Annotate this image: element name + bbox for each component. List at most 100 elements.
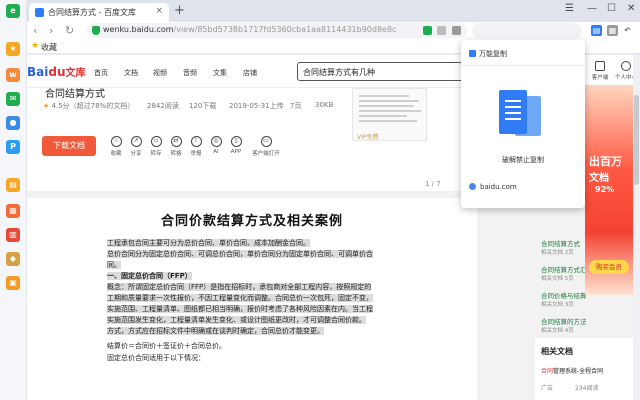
convert-icon: ⇄ — [170, 136, 182, 147]
bookmark-star-icon[interactable]: ★ — [31, 41, 39, 51]
browser-search-box[interactable] — [472, 23, 582, 38]
convert-action[interactable]: ⇄ 转格 — [165, 136, 187, 157]
ai-label: AI — [213, 149, 219, 155]
related-link-meta: 相关文档 4页 — [541, 328, 574, 334]
undo-icon[interactable]: ↶ — [622, 25, 633, 36]
client-open-action[interactable]: ▭ 客户端打开 — [251, 136, 281, 157]
client-icon — [595, 61, 605, 71]
doc-title: 合同结算方式 — [45, 89, 105, 100]
url-text[interactable]: wenku.baidu.com/view/85bd5738b1717fd5360… — [103, 25, 396, 34]
share-action[interactable]: ↗ 分享 — [125, 136, 147, 157]
promo-line2: 文档 — [589, 173, 609, 184]
nav-shops[interactable]: 店铺 — [243, 68, 257, 78]
tab-close-icon[interactable]: × — [155, 6, 163, 16]
save-action[interactable]: ▫ 转存 — [145, 136, 167, 157]
tab-active[interactable]: 合同结算方式 - 百度文库 × — [29, 3, 169, 22]
scrollbar-thumb[interactable] — [634, 95, 639, 185]
favorite-label: 收藏 — [110, 151, 122, 157]
bookmark-page-icon[interactable] — [452, 26, 461, 35]
ai-action[interactable]: ◎ AI — [205, 136, 227, 155]
forward-icon[interactable]: › — [49, 24, 53, 37]
tools-icon[interactable]: ▦ — [6, 204, 20, 218]
weibo-icon[interactable]: w — [6, 68, 20, 82]
related-link[interactable]: 合同结算的方法 — [541, 316, 587, 326]
minimize-icon[interactable]: — — [587, 3, 597, 14]
doc-date: 2019-05-31上传 — [229, 102, 284, 110]
app-action[interactable]: ▯ APP — [225, 136, 247, 155]
copy-document-icon[interactable] — [499, 90, 545, 142]
nav-audio[interactable]: 音频 — [183, 68, 197, 78]
menu-icon[interactable]: ☰ — [565, 3, 574, 14]
maximize-icon[interactable]: ☐ — [607, 3, 616, 14]
unlock-copy-button[interactable]: 破解禁止复制 — [461, 155, 585, 165]
related-docs-title: 相关文档 — [541, 347, 573, 356]
reload-icon[interactable]: ↻ — [65, 24, 74, 37]
favorite-action[interactable]: ☆ 收藏 — [105, 136, 127, 157]
doc-pages: 7页 — [290, 102, 302, 110]
read-count: 234阅读 — [575, 385, 599, 392]
related-link[interactable]: 合同结算方式 — [541, 238, 580, 248]
baidu-wenku-favicon-icon — [35, 8, 44, 17]
download-button[interactable]: 下载文档 — [42, 136, 96, 156]
client-download-link[interactable]: 客户端 — [589, 61, 611, 81]
cast-icon[interactable] — [437, 26, 446, 35]
tab-title: 合同结算方式 - 百度文库 — [48, 8, 136, 17]
para-text: 实施范围、工程量清单、图纸都已相当明确，报价时考虑了各种风险因素在内。当工程 — [107, 305, 373, 313]
nav-collections[interactable]: 文集 — [213, 68, 227, 78]
popup-site: baidu.com — [469, 183, 517, 191]
favorites-star-icon[interactable]: ★ — [6, 42, 20, 56]
doc-heading: 合同价款结算方式及相关案例 — [160, 214, 343, 229]
tab-bar: 合同结算方式 - 百度文库 × + ☰ — ☐ ✕ — [27, 0, 640, 22]
user-center-label: 个人中心 — [615, 75, 633, 81]
section-divider — [27, 191, 477, 198]
nav-video[interactable]: 视频 — [153, 68, 167, 78]
logo-du: du — [48, 65, 66, 79]
browser-e-icon[interactable]: e — [6, 4, 20, 18]
report-action[interactable]: ! 举报 — [185, 136, 207, 157]
nav-docs[interactable]: 文档 — [124, 68, 138, 78]
baidu-wenku-logo[interactable]: Baidu文库 — [27, 64, 86, 79]
nav-home[interactable]: 首页 — [94, 68, 108, 78]
mail-icon[interactable]: ✉ — [6, 92, 20, 106]
app-store-icon[interactable]: ▣ — [6, 276, 20, 290]
dot-app-icon[interactable]: ● — [6, 116, 20, 130]
doc-reads: 2842阅读 — [147, 102, 179, 110]
doc-paragraph: 同。 — [107, 260, 407, 271]
page-scrollbar[interactable] — [633, 55, 640, 400]
copy-extension-popup: 万能复制 破解禁止复制 baidu.com — [461, 40, 585, 208]
doc-paragraph: 工程承包合同主要可分为总价合同、单价合同、成本加酬金合同。 — [107, 238, 407, 249]
bookmark-label[interactable]: 收藏 — [41, 42, 57, 53]
popup-divider — [461, 65, 585, 66]
doc-rating: ★ 4.5分（超过78%的文档） — [43, 101, 134, 111]
game-icon[interactable]: ◆ — [6, 252, 20, 266]
grid-apps-icon[interactable]: ▦ — [607, 25, 618, 36]
site-search-input[interactable]: 合同结算方式有几种 — [297, 62, 482, 81]
url-host: wenku.baidu.com — [103, 25, 174, 34]
address-bar[interactable]: wenku.baidu.com/view/85bd5738b1717fd5360… — [87, 23, 467, 38]
extension-copy-icon[interactable]: ▤ — [591, 25, 602, 36]
site-search-value: 合同结算方式有几种 — [303, 68, 375, 77]
p-app-icon[interactable]: P — [6, 140, 20, 154]
vip-free-tag: VIP免费 — [357, 134, 379, 141]
logo-wenku: 文库 — [65, 68, 86, 79]
client-icon: ▭ — [260, 136, 272, 147]
close-window-icon[interactable]: ✕ — [627, 3, 635, 14]
user-center-link[interactable]: 个人中心 — [615, 61, 633, 81]
doc-paragraph: 实施范围、工程量清单、图纸都已相当明确，报价时考虑了各种风险因素在内。当工程 — [107, 304, 407, 315]
promo-buy-button[interactable]: 购买会员 — [589, 260, 629, 274]
related-link[interactable]: 合同价格与结算 — [541, 290, 587, 300]
doc-downloads: 120下载 — [189, 102, 217, 110]
ai-icon: ◎ — [210, 136, 222, 147]
new-tab-button[interactable]: + — [174, 3, 185, 18]
lightning-icon[interactable] — [423, 26, 432, 35]
doc-paragraph: 工期和质量要求一次性报价，不因工程量变化而调整。合同总价一次包死，固定不变， — [107, 293, 407, 304]
related-doc-link[interactable]: 合同管理系统-全程合同 — [541, 366, 603, 375]
video-icon[interactable]: ▥ — [6, 228, 20, 242]
doc-paragraph: 总价合同分为固定总价合同、可调总价合同，单价合同分为固定单价合同、可调单价合 — [107, 249, 407, 260]
security-shield-icon — [92, 26, 100, 35]
share-icon: ↗ — [130, 136, 142, 147]
browser-sidebar: e ★ w ✉ ● P ▤ ▦ ▥ ◆ ▣ — [0, 0, 27, 400]
back-icon[interactable]: ‹ — [33, 24, 37, 37]
promo-banner[interactable]: 出百万 文档 92% 购买会员 — [585, 85, 633, 295]
shop-icon[interactable]: ▤ — [6, 178, 20, 192]
